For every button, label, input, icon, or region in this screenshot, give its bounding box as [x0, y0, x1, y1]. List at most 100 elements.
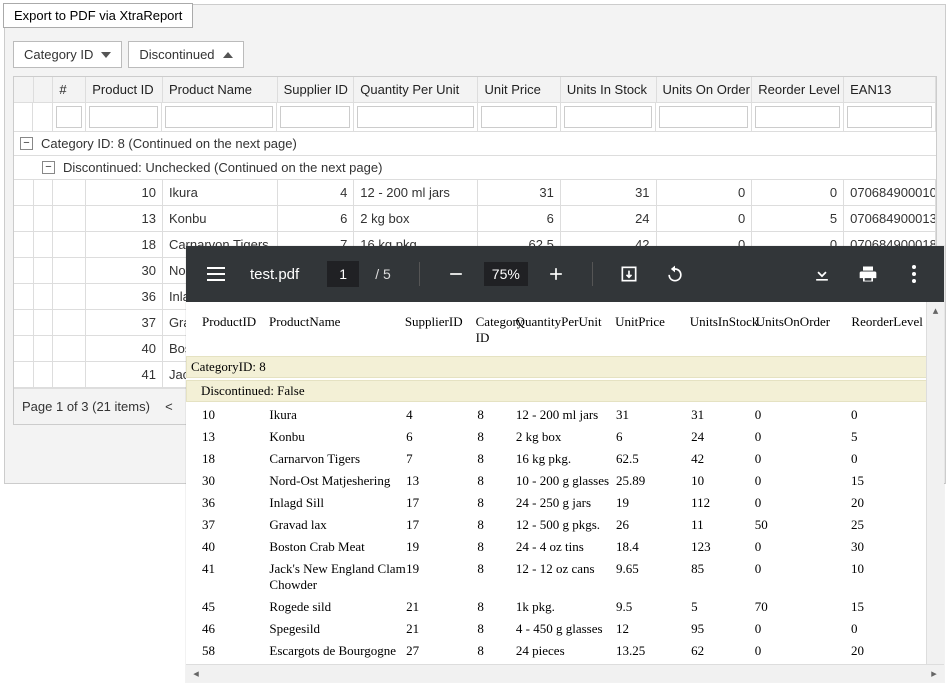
filter-supplier-id[interactable]	[280, 106, 350, 128]
pdf-col-uis: UnitsInStock	[690, 314, 756, 346]
scroll-up-icon[interactable]: ▴	[927, 302, 944, 318]
pdf-col-qpu: QuantityPerUnit	[516, 314, 616, 346]
expand-col-header	[14, 77, 34, 102]
pdf-viewer: test.pdf / 5 75% ProductID ProductName S…	[186, 246, 944, 682]
col-reorder-level[interactable]: Reorder Level	[752, 77, 844, 102]
pdf-toolbar: test.pdf / 5 75%	[186, 246, 944, 302]
cell-pid: 18	[86, 232, 163, 257]
pager-summary: Page 1 of 3 (21 items)	[22, 399, 150, 414]
zoom-out-button[interactable]	[438, 256, 474, 292]
cell-ean: 070684900013	[844, 206, 936, 231]
separator	[419, 262, 420, 286]
group-row-category: − Category ID: 8 (Continued on the next …	[14, 132, 936, 156]
pager-prev[interactable]: <	[160, 399, 178, 414]
group-chip-label: Discontinued	[139, 47, 214, 62]
pdf-row: 36Inlagd Sill17824 - 250 g jars19112020	[186, 492, 944, 514]
pdf-col-cid: CategoryID	[476, 314, 516, 346]
col-qpu[interactable]: Quantity Per Unit	[354, 77, 478, 102]
cell-rl: 5	[752, 206, 844, 231]
pdf-col-uoo: UnitsOnOrder	[756, 314, 852, 346]
export-button[interactable]: Export to PDF via XtraReport	[3, 3, 193, 28]
cell-uoo: 0	[657, 180, 753, 205]
more-icon[interactable]	[896, 256, 932, 292]
pdf-col-sid: SupplierID	[405, 314, 476, 346]
group-by-row: Category ID Discontinued	[13, 41, 937, 68]
col-supplier-id[interactable]: Supplier ID	[278, 77, 355, 102]
cell-pid: 10	[86, 180, 163, 205]
pdf-row: 41Jack's New England Clam Chowder19812 -…	[186, 558, 944, 596]
rotate-button[interactable]	[657, 256, 693, 292]
table-row[interactable]: 10Ikura412 - 200 ml jars3131000706849000…	[14, 180, 936, 206]
group-label: Category ID: 8 (Continued on the next pa…	[41, 136, 297, 151]
cell-sid: 4	[278, 180, 355, 205]
cell-up: 6	[478, 206, 560, 231]
cell-uoo: 0	[657, 206, 753, 231]
cell-rl: 0	[752, 180, 844, 205]
download-button[interactable]	[804, 256, 840, 292]
cell-pid: 41	[86, 362, 163, 387]
chevron-down-icon	[101, 52, 111, 58]
col-units-on-order[interactable]: Units On Order	[657, 77, 753, 102]
cell-pname: Konbu	[163, 206, 278, 231]
col-units-in-stock[interactable]: Units In Stock	[561, 77, 657, 102]
header-row: # Product ID Product Name Supplier ID Qu…	[14, 77, 936, 103]
group-chip-label: Category ID	[24, 47, 93, 62]
filter-row	[14, 103, 936, 132]
col-number[interactable]: #	[53, 77, 86, 102]
pdf-page-input[interactable]	[327, 261, 359, 287]
zoom-in-button[interactable]	[538, 256, 574, 292]
col-ean[interactable]: EAN13	[844, 77, 936, 102]
filter-number[interactable]	[56, 106, 82, 128]
col-unit-price[interactable]: Unit Price	[478, 77, 560, 102]
pdf-row: 37Gravad lax17812 - 500 g pkgs.26115025	[186, 514, 944, 536]
filter-uoo[interactable]	[659, 106, 748, 128]
fit-page-button[interactable]	[611, 256, 647, 292]
pdf-page-total: / 5	[375, 266, 391, 282]
menu-icon[interactable]	[198, 256, 234, 292]
cell-pname: Ikura	[163, 180, 278, 205]
pdf-group-category: CategoryID: 8	[186, 356, 944, 378]
cell-up: 31	[478, 180, 560, 205]
chevron-up-icon	[223, 52, 233, 58]
filter-rl[interactable]	[755, 106, 840, 128]
print-button[interactable]	[850, 256, 886, 292]
collapse-icon[interactable]: −	[20, 137, 33, 150]
scroll-right-icon[interactable]: ▸	[926, 666, 942, 682]
horizontal-scrollbar[interactable]: ◂ ▸	[186, 664, 944, 682]
expand-col-header	[34, 77, 54, 102]
cell-pid: 36	[86, 284, 163, 309]
filter-unit-price[interactable]	[481, 106, 556, 128]
group-chip-discontinued[interactable]: Discontinued	[128, 41, 243, 68]
pdf-row: 45Rogede sild2181k pkg.9.557015	[186, 596, 944, 618]
col-product-name[interactable]: Product Name	[163, 77, 278, 102]
cell-sid: 6	[278, 206, 355, 231]
scroll-left-icon[interactable]: ◂	[188, 666, 204, 682]
collapse-icon[interactable]: −	[42, 161, 55, 174]
pdf-content[interactable]: ProductID ProductName SupplierID Categor…	[186, 302, 944, 664]
pdf-col-up: UnitPrice	[615, 314, 690, 346]
pdf-col-pname: ProductName	[269, 314, 405, 346]
cell-qpu: 2 kg box	[354, 206, 478, 231]
group-label: Discontinued: Unchecked (Continued on th…	[63, 160, 382, 175]
filter-ean[interactable]	[847, 106, 932, 128]
cell-pid: 40	[86, 336, 163, 361]
pdf-group-discontinued: Discontinued: False	[186, 380, 944, 402]
filter-uis[interactable]	[564, 106, 653, 128]
pdf-row: 58Escargots de Bourgogne27824 pieces13.2…	[186, 640, 944, 662]
filter-product-name[interactable]	[165, 106, 273, 128]
table-row[interactable]: 13Konbu62 kg box62405070684900013	[14, 206, 936, 232]
group-chip-category[interactable]: Category ID	[13, 41, 122, 68]
cell-pid: 30	[86, 258, 163, 283]
group-row-discontinued: − Discontinued: Unchecked (Continued on …	[14, 156, 936, 180]
vertical-scrollbar[interactable]: ▴	[926, 302, 944, 664]
pdf-row: 13Konbu682 kg box62405	[186, 426, 944, 448]
pdf-rows: 10Ikura4812 - 200 ml jars31310013Konbu68…	[186, 404, 944, 664]
pdf-row: 18Carnarvon Tigers7816 kg pkg.62.54200	[186, 448, 944, 470]
pdf-row: 10Ikura4812 - 200 ml jars313100	[186, 404, 944, 426]
pdf-row: 40Boston Crab Meat19824 - 4 oz tins18.41…	[186, 536, 944, 558]
filter-product-id[interactable]	[89, 106, 159, 128]
separator	[592, 262, 593, 286]
filter-qpu[interactable]	[357, 106, 474, 128]
pdf-header-row: ProductID ProductName SupplierID Categor…	[186, 302, 944, 356]
col-product-id[interactable]: Product ID	[86, 77, 163, 102]
